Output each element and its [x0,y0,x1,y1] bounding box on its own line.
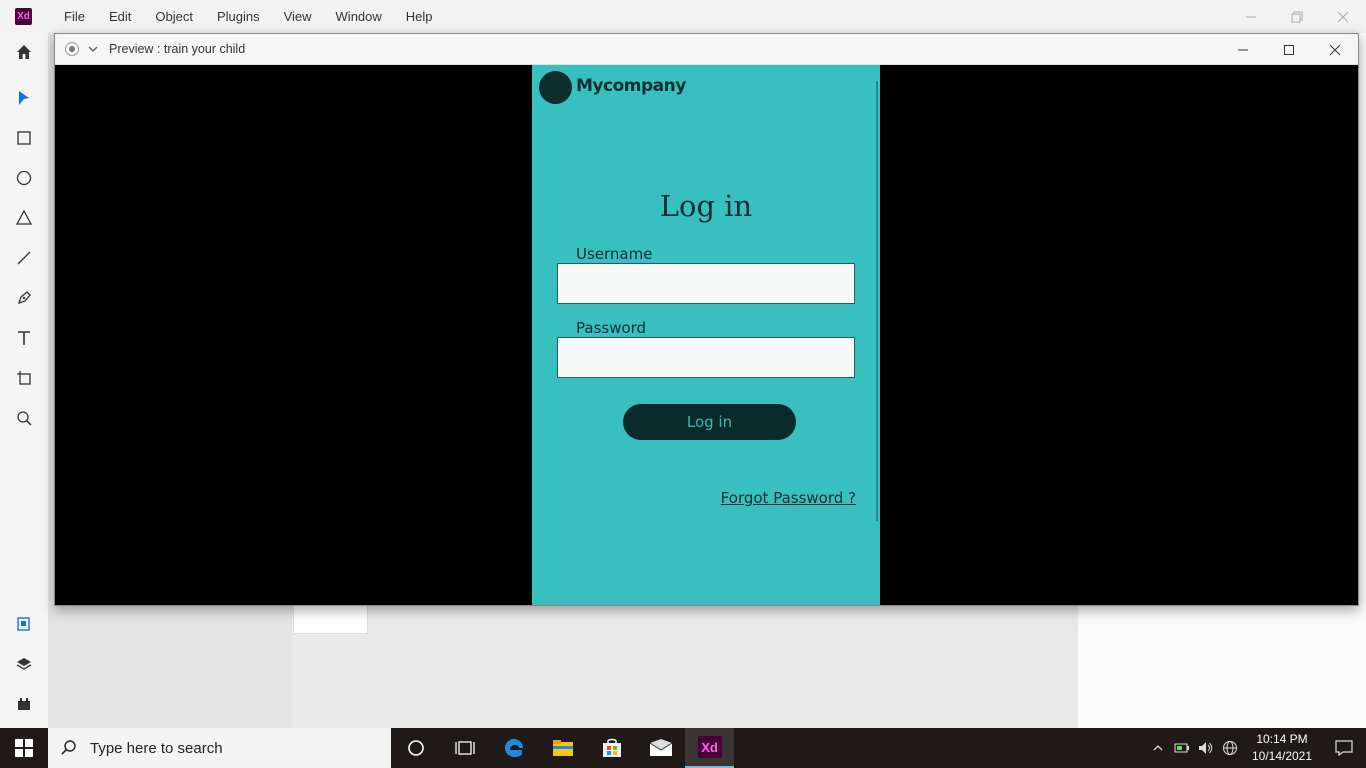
menu-view[interactable]: View [272,0,324,33]
store-button[interactable] [587,728,636,768]
task-view-icon [454,741,475,755]
edge-icon [504,739,523,757]
close-icon [1329,44,1341,55]
preview-close-button[interactable] [1312,34,1358,65]
line-icon[interactable] [12,246,36,270]
select-icon[interactable] [12,86,36,110]
pen-icon[interactable] [12,286,36,310]
folder-icon [552,740,573,756]
task-view-button[interactable] [440,728,489,768]
login-artboard: Mycompany Log in Username Password Log i… [532,65,880,605]
restore-icon [1291,11,1303,22]
file-explorer-button[interactable] [538,728,587,768]
taskbar-search-box[interactable]: Type here to search [48,728,391,768]
home-icon[interactable] [12,40,36,64]
text-icon[interactable] [12,326,36,350]
chevron-down-icon[interactable] [87,43,99,55]
username-field[interactable] [557,263,855,304]
xd-taskbar-button[interactable]: Xd [685,728,734,768]
minimize-icon [1238,49,1248,50]
mail-icon [649,739,672,756]
menu-object[interactable]: Object [143,0,205,33]
triangle-icon[interactable] [12,206,36,230]
store-icon [602,738,621,757]
chevron-up-icon[interactable] [1146,728,1170,768]
mail-button[interactable] [636,728,685,768]
menu-help[interactable]: Help [394,0,445,33]
windows-logo-icon [15,739,33,757]
record-icon[interactable] [65,42,79,56]
preview-title: Preview : train your child [109,42,246,56]
edge-button[interactable] [489,728,538,768]
cortana-icon [407,740,424,756]
tool-bar [0,33,49,728]
preview-title-bar: Preview : train your child [55,34,1358,65]
clock[interactable]: 10:14 PM 10/14/2021 [1242,731,1322,765]
clock-date: 10/14/2021 [1251,749,1313,763]
maximize-icon [1284,44,1294,55]
password-label: Password [576,319,647,337]
menu-bar: Xd File Edit Object Plugins View Window … [0,0,1366,33]
document-assets-icon[interactable] [12,612,36,636]
username-label: Username [576,245,653,263]
menu-edit[interactable]: Edit [97,0,143,33]
preview-scrollbar[interactable] [876,81,878,521]
start-button[interactable] [0,728,48,768]
forgot-password-link[interactable]: Forgot Password ? [721,489,856,507]
battery-icon[interactable] [1170,728,1194,768]
login-heading: Log in [659,189,753,223]
plugins-icon[interactable] [12,692,36,716]
layers-icon[interactable] [12,652,36,676]
ellipse-icon[interactable] [12,166,36,190]
menu-plugins[interactable]: Plugins [205,0,272,33]
preview-window-controls [1220,34,1358,65]
preview-maximize-button[interactable] [1266,34,1312,65]
taskbar: Type here to search Xd 10:14 PM 10/14/20… [0,728,1366,768]
network-globe-icon[interactable] [1218,728,1242,768]
close-button[interactable] [1320,0,1366,33]
brand-name: Mycompany [576,76,686,96]
notification-icon [1335,740,1353,756]
xd-logo-icon: Xd [15,8,32,25]
menu-file[interactable]: File [52,0,97,33]
xd-app-icon: Xd [697,736,722,758]
login-button[interactable]: Log in [623,404,796,440]
minimize-button[interactable] [1228,0,1274,33]
menu-window[interactable]: Window [324,0,394,33]
rectangle-icon[interactable] [12,126,36,150]
preview-minimize-button[interactable] [1220,34,1266,65]
artboard-icon[interactable] [12,366,36,390]
search-placeholder: Type here to search [90,739,223,757]
clock-time: 10:14 PM [1256,732,1308,746]
zoom-icon[interactable] [12,406,36,430]
cortana-button[interactable] [391,728,440,768]
close-icon [1337,11,1349,22]
restore-button[interactable] [1274,0,1320,33]
brand-logo [539,71,572,104]
volume-icon[interactable] [1194,728,1218,768]
search-icon [61,740,76,755]
preview-window: Preview : train your child Mycompany Log… [54,33,1359,606]
password-field[interactable] [557,337,855,378]
minimize-icon [1246,16,1256,17]
system-tray: 10:14 PM 10/14/2021 [1146,728,1366,768]
window-controls [1228,0,1366,33]
notifications-button[interactable] [1322,740,1366,756]
